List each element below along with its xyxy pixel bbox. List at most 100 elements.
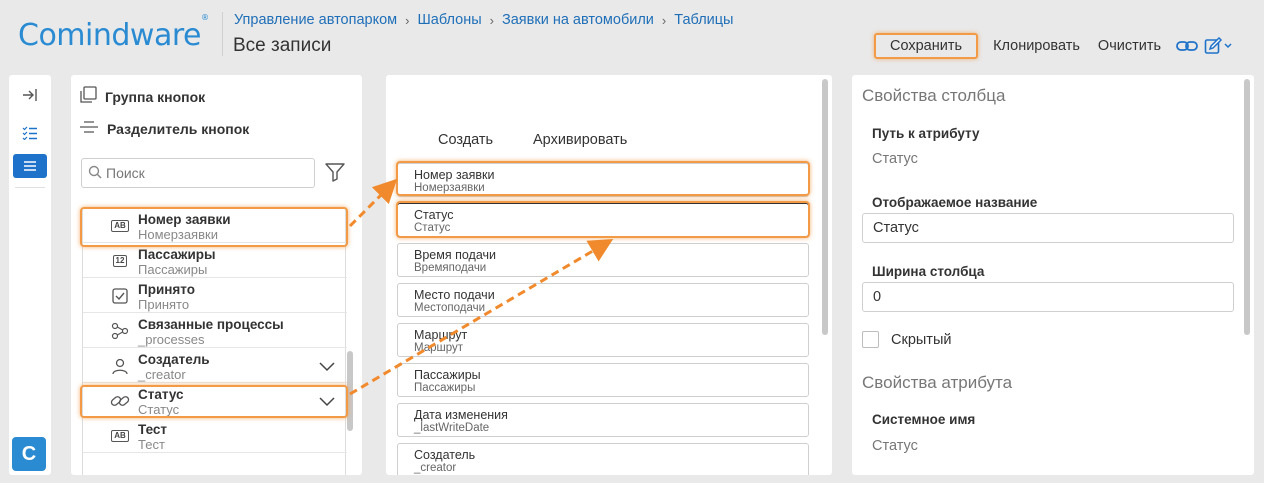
columns-panel: Создать Архивировать Номер заявки Номерз…: [386, 75, 832, 475]
separator-icon: [79, 120, 99, 137]
save-button[interactable]: Сохранить: [874, 33, 979, 59]
app-logo[interactable]: Comindware®: [18, 13, 209, 53]
list-item[interactable]: AB Тест Тест: [83, 418, 347, 453]
column-title: Номер заявки: [414, 168, 495, 182]
attribute-system-name: Номерзаявки: [138, 227, 218, 242]
breadcrumb-item-fleet[interactable]: Управление автопарком: [234, 12, 397, 28]
properties-scrollbar[interactable]: [1244, 79, 1250, 335]
column-system-name: Времяподачи: [414, 262, 487, 274]
column-width-label: Ширина столбца: [872, 264, 985, 279]
breadcrumb-item-templates[interactable]: Шаблоны: [418, 12, 482, 28]
column-card-selected[interactable]: Статус Статус: [397, 203, 809, 237]
column-title: Место подачи: [414, 288, 495, 302]
column-title: Статус: [414, 208, 454, 222]
text-ab-icon: AB: [110, 217, 130, 235]
attributes-panel: Группа кнопок Разделитель кнопок Поиск A…: [71, 75, 362, 475]
button-separator-label: Разделитель кнопок: [107, 120, 250, 137]
left-rail: C: [9, 75, 51, 475]
list-item[interactable]: Связанные процессы _processes: [83, 313, 347, 348]
column-card[interactable]: Пассажиры Пассажиры: [397, 363, 809, 397]
attribute-list-scrollbar[interactable]: [347, 351, 353, 431]
column-properties-heading: Свойства столбца: [862, 86, 1006, 105]
attribute-properties-heading: Свойства атрибута: [862, 373, 1013, 392]
rail-divider: [15, 187, 45, 188]
process-icon: [110, 322, 130, 340]
button-separator-control[interactable]: Разделитель кнопок: [79, 120, 249, 137]
edit-menu-icon[interactable]: [1204, 37, 1234, 55]
search-placeholder: Поиск: [106, 165, 145, 181]
list-item[interactable]: 12 Пассажиры Пассажиры: [83, 243, 347, 278]
column-card[interactable]: Номер заявки Номерзаявки: [397, 163, 809, 197]
attribute-name: Принято: [138, 282, 195, 297]
chevron-right-icon: ›: [661, 12, 667, 28]
attribute-name: Связанные процессы: [138, 317, 284, 332]
create-button[interactable]: Создать: [438, 132, 493, 148]
column-system-name: _lastWriteDate: [414, 422, 490, 434]
collapse-icon[interactable]: [13, 83, 47, 107]
attribute-name: Статус: [138, 387, 184, 402]
breadcrumb: Управление автопарком › Шаблоны › Заявки…: [234, 12, 733, 28]
attribute-list: AB Номер заявки Номерзаявки 12 Пассажиры…: [82, 208, 347, 475]
column-title: Маршрут: [414, 328, 468, 342]
column-system-name: Статус: [414, 222, 451, 234]
columns-scrollbar[interactable]: [822, 79, 828, 335]
search-icon: [88, 165, 102, 182]
checkbox-icon: [110, 287, 130, 305]
list-item[interactable]: AB Номер заявки Номерзаявки: [83, 208, 347, 243]
column-card[interactable]: Время подачи Времяподачи: [397, 243, 809, 277]
column-card[interactable]: Создатель _creator: [397, 443, 809, 475]
text-ab-icon: AB: [110, 427, 130, 445]
attribute-system-name: Тест: [138, 437, 165, 452]
list-view-icon[interactable]: [13, 154, 47, 178]
link-icon[interactable]: [1176, 37, 1198, 55]
column-card[interactable]: Маршрут Маршрут: [397, 323, 809, 357]
attribute-system-name: _creator: [138, 367, 186, 382]
header-divider: [222, 12, 223, 56]
attribute-path-value: Статус: [872, 151, 918, 167]
column-width-field[interactable]: 0: [862, 282, 1234, 312]
hidden-checkbox[interactable]: Скрытый: [862, 331, 951, 348]
column-title: Дата изменения: [414, 408, 508, 422]
column-system-name: Местоподачи: [414, 302, 486, 314]
button-group-icon: [79, 86, 97, 107]
display-name-label: Отображаемое название: [872, 195, 1038, 210]
number-12-icon: 12: [110, 252, 130, 270]
button-group-control[interactable]: Группа кнопок: [79, 86, 205, 107]
checkbox-box[interactable]: [862, 331, 879, 348]
chevron-right-icon: ›: [489, 12, 494, 28]
link-icon: [110, 392, 130, 410]
clone-button[interactable]: Клонировать: [984, 34, 1089, 58]
column-system-name: _creator: [414, 462, 457, 474]
breadcrumb-item-car-requests[interactable]: Заявки на автомобили: [502, 12, 654, 28]
hidden-label: Скрытый: [891, 331, 952, 348]
list-item[interactable]: Создатель _creator: [83, 348, 347, 383]
attribute-name: Создатель: [138, 352, 210, 367]
list-item[interactable]: Статус Статус: [83, 383, 347, 418]
chevron-right-icon: ›: [405, 12, 410, 28]
chevron-down-icon[interactable]: [319, 359, 335, 377]
button-group-label: Группа кнопок: [105, 88, 206, 105]
filter-icon[interactable]: [325, 162, 345, 187]
search-input[interactable]: Поиск: [81, 158, 315, 188]
user-icon: [110, 357, 130, 375]
column-card[interactable]: Дата изменения _lastWriteDate: [397, 403, 809, 437]
list-item[interactable]: Принято Принято: [83, 278, 347, 313]
clear-button[interactable]: Очистить: [1089, 34, 1170, 58]
checklist-icon[interactable]: [13, 121, 47, 145]
attribute-system-name: Статус: [138, 402, 180, 417]
logo-text: Comindware: [18, 18, 201, 53]
app-badge[interactable]: C: [12, 437, 46, 471]
attribute-system-name: Принято: [138, 297, 190, 312]
column-title: Пассажиры: [414, 368, 481, 382]
column-system-name: Маршрут: [414, 342, 464, 354]
breadcrumb-item-tables[interactable]: Таблицы: [674, 12, 733, 28]
chevron-down-icon[interactable]: [319, 394, 335, 412]
column-card[interactable]: Место подачи Местоподачи: [397, 283, 809, 317]
attribute-system-name: Пассажиры: [138, 262, 208, 277]
registered-mark: ®: [200, 13, 209, 22]
toolbar: Сохранить Клонировать Очистить: [874, 33, 1234, 59]
system-name-label: Системное имя: [872, 412, 976, 427]
display-name-field[interactable]: Статус: [862, 213, 1234, 243]
attribute-name: Номер заявки: [138, 212, 231, 227]
archive-button[interactable]: Архивировать: [533, 132, 627, 148]
